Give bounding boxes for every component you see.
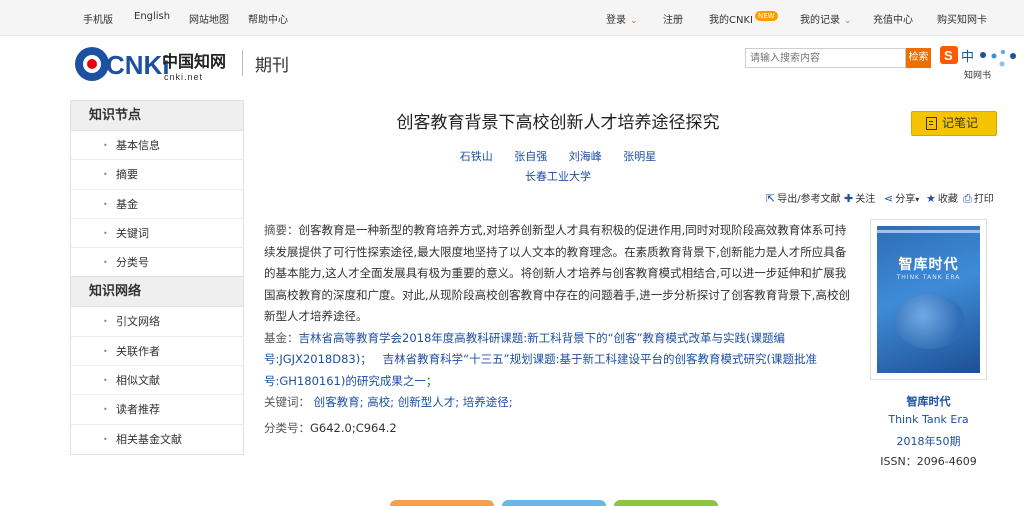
download-caj-button[interactable] (390, 500, 494, 506)
svg-text:S: S (944, 48, 953, 63)
sogou-input-icon[interactable]: S 中 知网书 (938, 42, 1022, 84)
notebook-icon (926, 117, 937, 130)
abstract-label: 摘要： (264, 223, 299, 237)
plus-icon: ✚ (844, 192, 854, 205)
follow-button[interactable]: ✚ 关注 (844, 190, 875, 205)
star-icon: ★ (926, 192, 936, 205)
printer-icon: ⎙ (963, 192, 972, 205)
help-link[interactable]: 帮助中心 (248, 11, 288, 26)
header: CNKi 中国知网 cnki.net 期刊 检索 S 中 知网书 (0, 37, 1024, 89)
read-online-button[interactable] (614, 500, 718, 506)
top-bar: 手机版 English 网站地图 帮助中心 登录 ⌄ 注册 我的CNKI NEW 我… (0, 0, 1024, 36)
sidebar-item-similar-docs[interactable]: 相似文献 (71, 366, 243, 396)
english-link[interactable]: English (134, 11, 170, 22)
svg-text:中: 中 (961, 50, 974, 65)
chevron-down-icon: ⌄ (844, 16, 852, 26)
new-badge: NEW (754, 11, 778, 21)
author-link[interactable]: 刘海峰 (569, 150, 602, 163)
globe-graphic (895, 294, 965, 349)
journal-cover[interactable]: 智库时代 THINK TANK ERA (870, 219, 987, 380)
sidebar-item-abstract[interactable]: 摘要 (71, 160, 243, 190)
sidebar-heading-knowledge-network: 知识网络 (71, 277, 243, 308)
cover-title: 智库时代 (898, 257, 959, 273)
sidebar-item-citation-network[interactable]: 引文网络 (71, 307, 243, 337)
login-link[interactable]: 登录 ⌄ (606, 11, 638, 26)
sidebar-item-keywords[interactable]: 关键词 (71, 219, 243, 249)
abstract-text: 创客教育是一种新型的教育培养方式,对培养创新型人才具有积极的促进作用,同时对现阶… (264, 223, 850, 323)
journal-issn: ISSN：2096-4609 (880, 455, 977, 468)
sidebar-item-fund[interactable]: 基金 (71, 190, 243, 219)
fund-label: 基金： (264, 330, 299, 345)
keyword-link[interactable]: 高校; (367, 395, 394, 409)
sidebar-item-related-authors[interactable]: 关联作者 (71, 337, 243, 367)
sidebar-item-classification[interactable]: 分类号 (71, 248, 243, 278)
cover-subtitle: THINK TANK ERA (896, 274, 961, 281)
svg-text:知网书: 知网书 (964, 69, 991, 81)
article-title: 创客教育背景下高校创新人才培养途径探究 (396, 113, 720, 133)
export-icon: ⇱ (766, 192, 776, 205)
share-button[interactable]: ⋖ 分享▾ (884, 190, 919, 205)
classification-section: 分类号：G642.0;C964.2 (264, 418, 856, 440)
classification-label: 分类号： (264, 420, 310, 435)
keyword-link[interactable]: 创客教育; (314, 395, 364, 409)
sitemap-link[interactable]: 网站地图 (189, 11, 229, 26)
author-list: 石铁山 张自强 刘海峰 张明星 (264, 148, 852, 164)
fund-section: 基金：吉林省高等教育学会2018年度高教科研课题:新工科背景下的“创客”教育模式… (264, 328, 856, 393)
share-icon: ⋖ (884, 192, 894, 205)
export-button[interactable]: ⇱ 导出/参考文献 (766, 190, 841, 205)
logo-url: cnki.net (164, 72, 203, 82)
keywords-section: 关键词： 创客教育; 高校; 创新型人才; 培养途径; (264, 392, 856, 414)
author-link[interactable]: 石铁山 (460, 150, 493, 163)
sidebar-heading-knowledge-nodes: 知识节点 (71, 101, 243, 131)
sidebar-item-related-fund-docs[interactable]: 相关基金文献 (71, 425, 243, 454)
download-pdf-button[interactable] (502, 500, 606, 506)
sidebar: 知识节点 基本信息 摘要 基金 关键词 分类号 知识网络 引文网络 关联作者 相… (70, 100, 244, 455)
keyword-link[interactable]: 培养途径; (463, 395, 513, 409)
logo-text: CNKi (106, 50, 170, 80)
my-cnki-link[interactable]: 我的CNKI NEW (709, 11, 778, 26)
cnki-logo[interactable]: CNKi 中国知网 cnki.net (72, 43, 232, 85)
journal-cover-image: 智库时代 THINK TANK ERA (877, 226, 980, 373)
print-button[interactable]: ⎙ 打印 (963, 190, 994, 206)
journal-name-link[interactable]: 智库时代 (870, 393, 987, 409)
keywords-label: 关键词： (264, 395, 310, 409)
logo-cn: 中国知网 (162, 52, 226, 71)
author-link[interactable]: 张自强 (514, 150, 547, 163)
search-button[interactable]: 检索 (906, 48, 931, 68)
section-title: 期刊 (255, 56, 289, 76)
my-records-link[interactable]: 我的记录 ⌄ (800, 11, 852, 26)
buy-card-link[interactable]: 购买知网卡 (937, 11, 987, 26)
chevron-down-icon: ⌄ (630, 16, 638, 26)
recharge-link[interactable]: 充值中心 (873, 11, 913, 26)
logo-divider (242, 50, 243, 76)
take-note-button[interactable]: 记笔记 (911, 111, 997, 136)
keyword-link[interactable]: 创新型人才; (398, 395, 459, 409)
journal-name-en-link[interactable]: Think Tank Era (870, 413, 987, 426)
favorite-button[interactable]: ★ 收藏 (926, 190, 958, 205)
chevron-down-icon: ▾ (915, 195, 920, 204)
article-content: 摘要：创客教育是一种新型的教育培养方式,对培养创新型人才具有积极的促进作用,同时… (264, 220, 856, 439)
author-link[interactable]: 张明星 (623, 150, 656, 163)
mobile-link[interactable]: 手机版 (83, 11, 113, 26)
sidebar-item-basic-info[interactable]: 基本信息 (71, 131, 243, 161)
journal-issue-link[interactable]: 2018年50期 (870, 433, 987, 449)
sidebar-item-reader-recommend[interactable]: 读者推荐 (71, 395, 243, 425)
search-input[interactable] (745, 48, 906, 68)
abstract-section: 摘要：创客教育是一种新型的教育培养方式,对培养创新型人才具有积极的促进作用,同时… (264, 220, 856, 328)
classification-code: G642.0;C964.2 (310, 420, 397, 435)
register-link[interactable]: 注册 (663, 11, 683, 26)
organization-link[interactable]: 长春工业大学 (264, 168, 852, 184)
